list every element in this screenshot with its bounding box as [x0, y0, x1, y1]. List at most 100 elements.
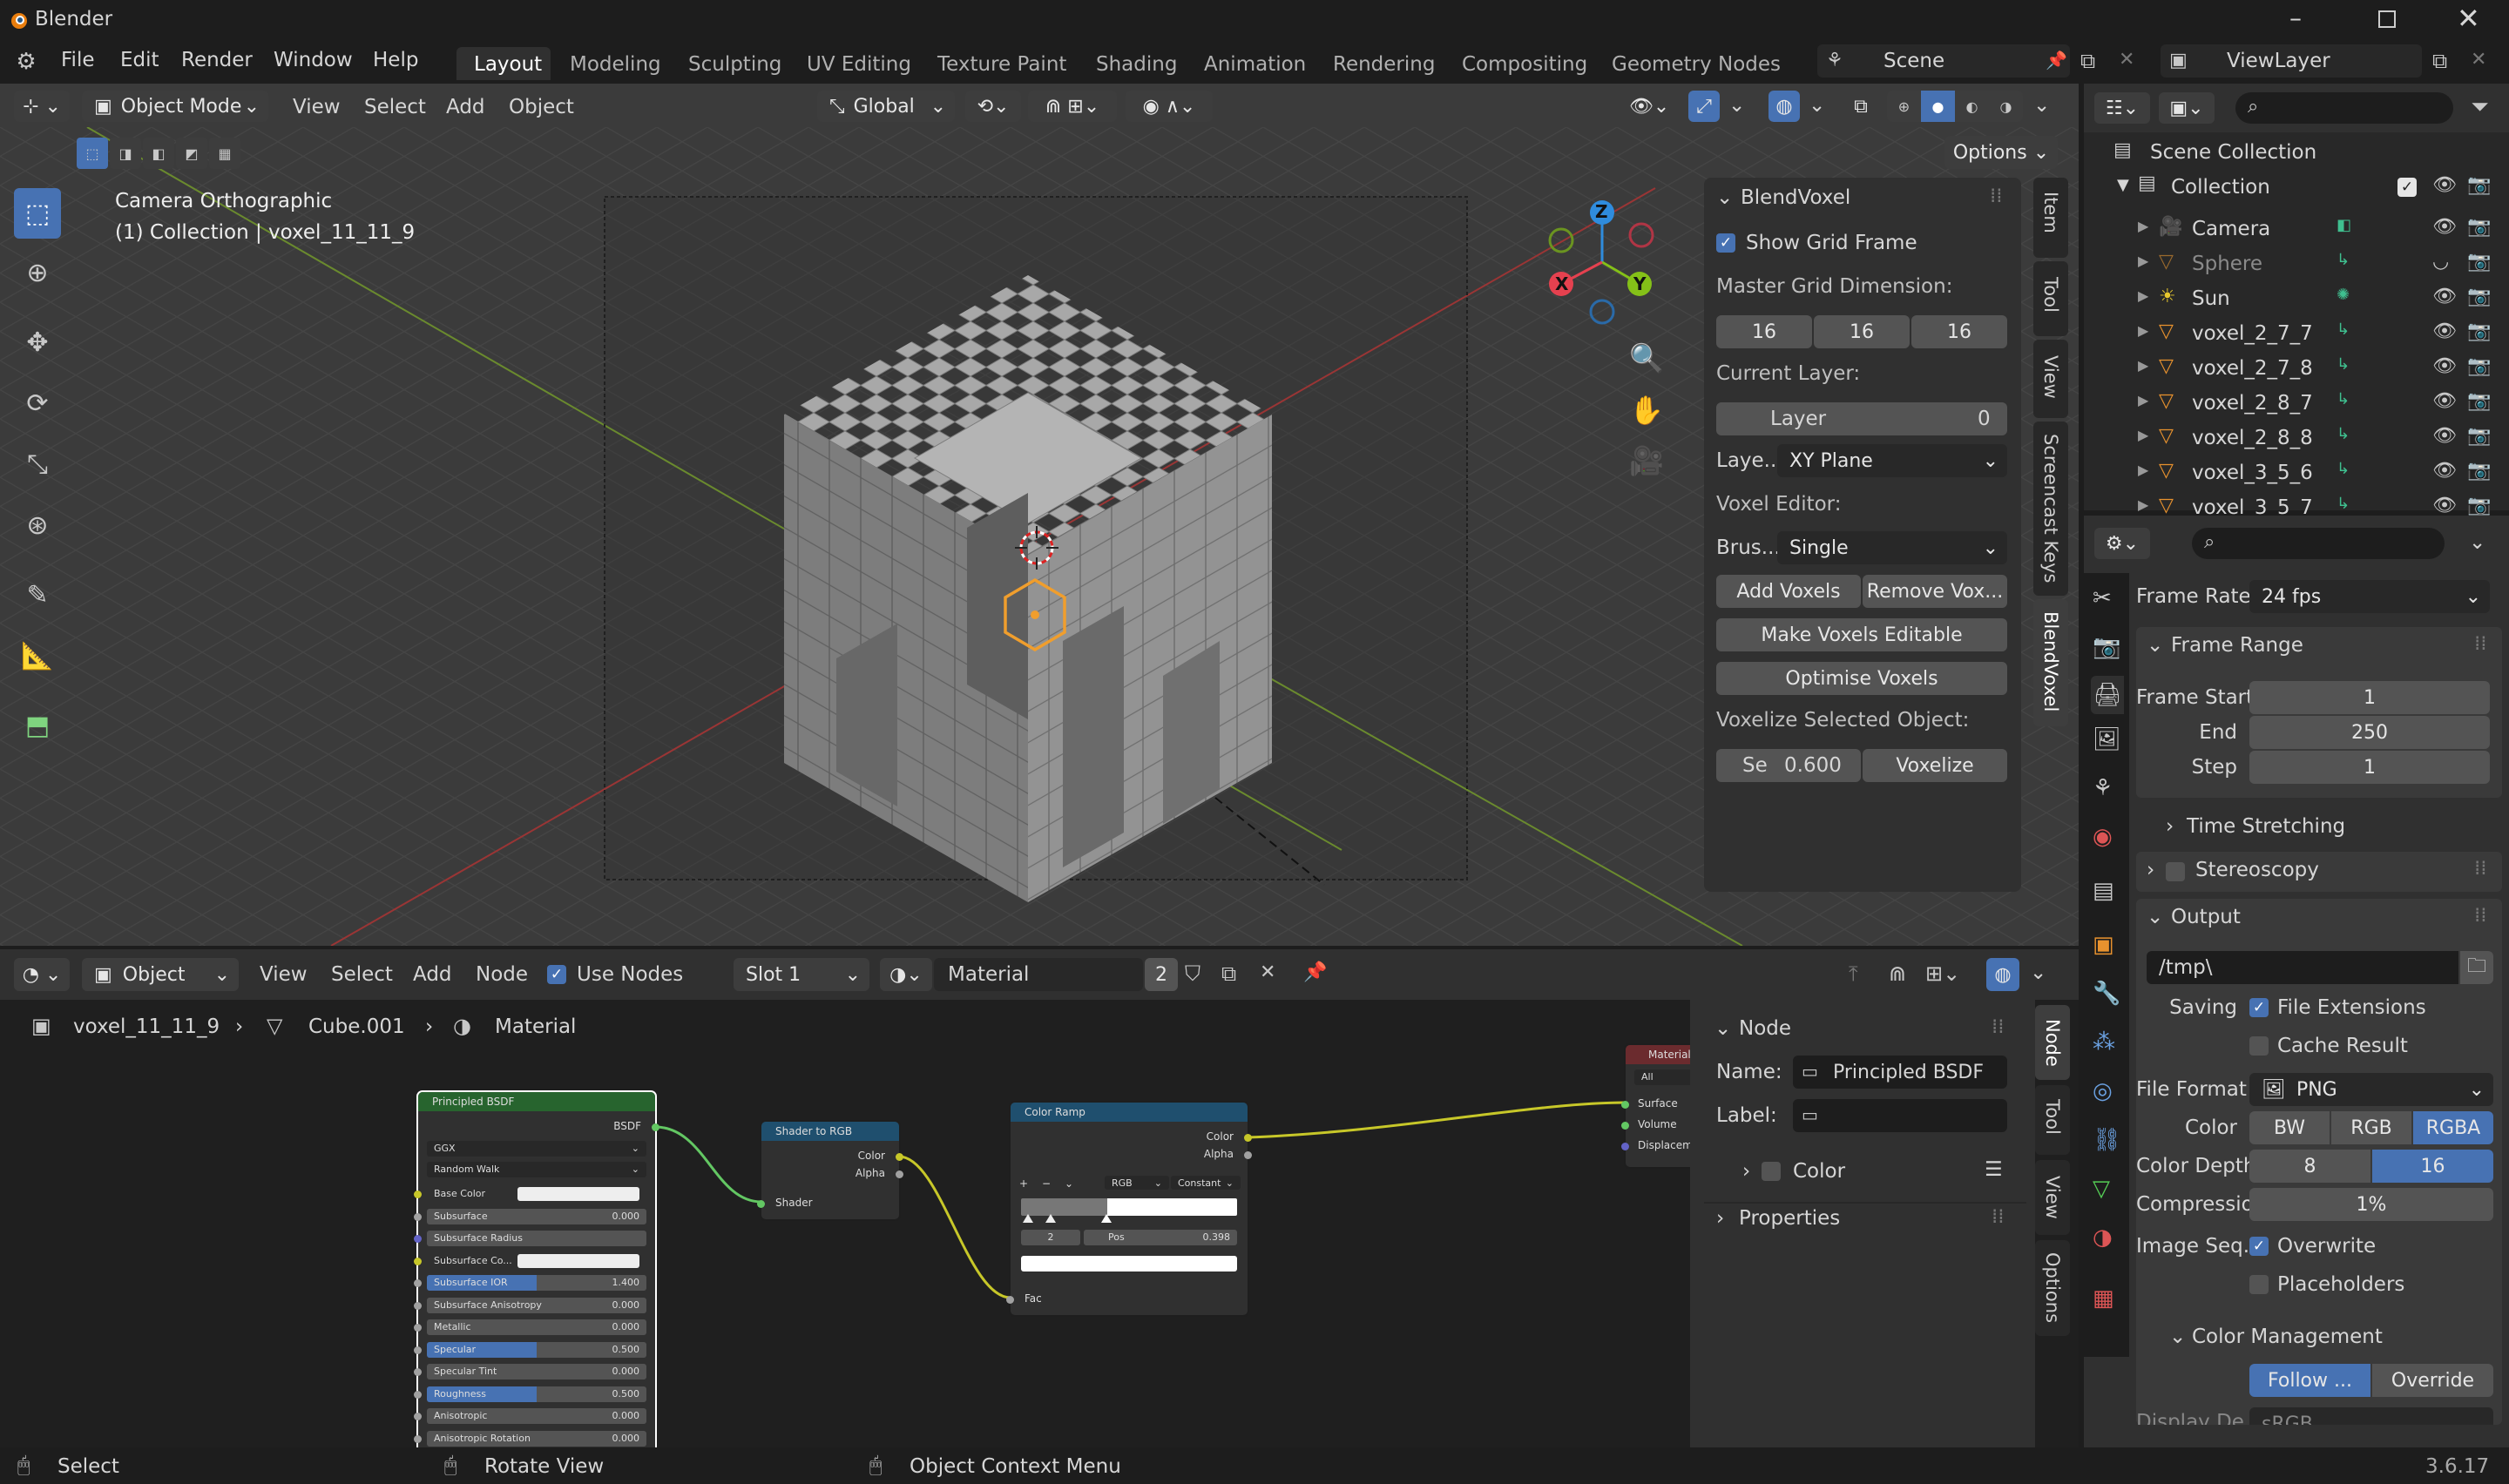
- subsurface-method-dropdown[interactable]: Random Walk ⌄: [427, 1162, 646, 1177]
- follow-scene-button[interactable]: Follow ...: [2249, 1364, 2370, 1397]
- new-scene-icon[interactable]: ⧉: [2080, 49, 2095, 73]
- expand-icon[interactable]: ›: [1742, 1160, 1750, 1183]
- stereoscopy-panel[interactable]: › Stereoscopy ⁞⁞: [2136, 852, 2502, 892]
- node-color-checkbox[interactable]: [1762, 1162, 1781, 1181]
- camera-render-icon[interactable]: 📷: [2467, 320, 2491, 342]
- output-tab-icon[interactable]: 🖨: [2091, 676, 2124, 714]
- expand-icon[interactable]: ▶: [2138, 462, 2148, 478]
- rendered-shading-icon[interactable]: ◑: [1989, 91, 2023, 122]
- blender-menu-icon[interactable]: ⚙: [12, 49, 40, 75]
- drag-handle-icon[interactable]: ⁞⁞: [2474, 857, 2487, 880]
- bsdf-input-socket[interactable]: [414, 1346, 422, 1354]
- color-rgba-button[interactable]: RGBA: [2413, 1111, 2493, 1144]
- chevron-down-icon[interactable]: ⌄: [1728, 94, 1745, 117]
- overlay-toggle-button[interactable]: ◍: [1768, 91, 1800, 122]
- bsdf-input-socket[interactable]: [414, 1235, 422, 1243]
- transform-orientation-dropdown[interactable]: ⤡ Global ⌄: [817, 91, 955, 122]
- snap-button[interactable]: ⋒ ⊞⌄: [1028, 91, 1117, 122]
- voxelize-button[interactable]: Voxelize: [1863, 749, 2007, 782]
- bsdf-input-socket[interactable]: [414, 1434, 422, 1443]
- drag-handle-icon[interactable]: ⁞⁞: [2474, 632, 2487, 655]
- tab-tool[interactable]: Tool: [2035, 1085, 2070, 1155]
- tab-layout[interactable]: Layout: [456, 47, 551, 80]
- properties-editor-type[interactable]: ⚙⌄: [2094, 528, 2150, 559]
- select-extend-icon[interactable]: ◨: [110, 138, 141, 169]
- node-editor[interactable]: ◔ ⌄ ▣ Object ⌄ View Select Add Node ✓ Us…: [0, 949, 2079, 1447]
- principled-bsdf-node[interactable]: Principled BSDF BSDF GGX ⌄ Random Walk ⌄ B…: [414, 1092, 659, 1447]
- physics-tab-icon[interactable]: ◎: [2093, 1078, 2113, 1104]
- time-stretching-subpanel[interactable]: Time Stretching: [2187, 815, 2345, 838]
- camera-render-icon[interactable]: 📷: [2467, 286, 2491, 307]
- grid-z-field[interactable]: 16: [1911, 315, 2007, 348]
- ramp-stop-handle[interactable]: [1023, 1214, 1033, 1223]
- tab-modeling[interactable]: Modeling: [570, 53, 661, 76]
- collection-tab-icon[interactable]: ▤: [2093, 878, 2114, 904]
- material-tab-icon[interactable]: ◑: [2093, 1224, 2113, 1251]
- delete-view-layer-icon[interactable]: ✕: [2471, 49, 2486, 71]
- eye-icon[interactable]: 👁: [2432, 355, 2457, 377]
- bsdf-input-row[interactable]: Roughness 0.500: [427, 1386, 646, 1402]
- display-mode-button[interactable]: ▣⌄: [2159, 92, 2215, 124]
- chevron-down-icon[interactable]: ⌄: [1809, 94, 1825, 117]
- ramp-stop-handle[interactable]: [1045, 1214, 1056, 1223]
- volume-input-socket[interactable]: [1621, 1122, 1629, 1130]
- eye-icon[interactable]: 👁: [2432, 174, 2457, 196]
- outliner-item[interactable]: ▶ ▽ voxel_2_7_7 ↳ 👁 📷: [2084, 315, 2509, 348]
- bsdf-input-row[interactable]: Subsurface Radius: [427, 1231, 646, 1246]
- constraints-tab-icon[interactable]: ⛓: [2093, 1127, 2121, 1153]
- select-box-tool-icon[interactable]: ⬚: [14, 188, 61, 239]
- drag-handle-icon[interactable]: ⁞⁞: [2474, 904, 2487, 927]
- menu-window[interactable]: Window: [274, 49, 353, 71]
- expand-icon[interactable]: ▶: [2138, 253, 2148, 269]
- wireframe-shading-icon[interactable]: ⊕: [1887, 91, 1921, 122]
- depth-8-button[interactable]: 8: [2249, 1150, 2370, 1183]
- chevron-down-icon[interactable]: ⌄: [2469, 531, 2485, 554]
- eye-icon[interactable]: 👁: [2432, 425, 2457, 447]
- mode-dropdown[interactable]: ▣ Object Mode ⌄: [82, 91, 268, 122]
- add-cube-tool-icon[interactable]: ⬒: [14, 702, 61, 749]
- camera-view-icon[interactable]: 🎥: [1629, 444, 1664, 477]
- options-dropdown[interactable]: Options ⌄: [1944, 136, 2058, 169]
- chevron-down-icon[interactable]: ⌄: [2033, 94, 2050, 117]
- eye-icon[interactable]: 👁: [2432, 495, 2457, 516]
- layer-field[interactable]: Layer 0: [1716, 402, 2007, 435]
- bsdf-input-socket[interactable]: [414, 1279, 422, 1287]
- bsdf-output-socket[interactable]: [652, 1123, 659, 1131]
- particles-tab-icon[interactable]: ⁂: [2093, 1029, 2115, 1056]
- filter-icon[interactable]: ⏷: [2471, 94, 2489, 121]
- select-invert-icon[interactable]: ◩: [176, 138, 207, 169]
- bsdf-input-socket[interactable]: [414, 1390, 422, 1399]
- bsdf-input-row[interactable]: Subsurface IOR 1.400: [427, 1275, 646, 1291]
- restore-button[interactable]: [2378, 10, 2396, 28]
- expand-icon[interactable]: ›: [2166, 815, 2174, 838]
- displacement-input-socket[interactable]: [1621, 1143, 1629, 1150]
- shader-input-socket[interactable]: [757, 1200, 765, 1208]
- scene-selector[interactable]: ⚘ Scene 📌: [1817, 44, 2070, 78]
- camera-render-icon[interactable]: 📷: [2467, 390, 2491, 412]
- placeholders-checkbox[interactable]: [2249, 1275, 2269, 1294]
- camera-render-icon[interactable]: 📷: [2467, 216, 2491, 238]
- panel-collapse-icon[interactable]: ⌄: [1714, 1017, 1731, 1040]
- outliner-item[interactable]: ▶ ▽ voxel_2_7_8 ↳ 👁 📷: [2084, 350, 2509, 383]
- camera-render-icon[interactable]: 📷: [2467, 425, 2491, 447]
- ramp-color-mode[interactable]: RGB ⌄: [1105, 1176, 1169, 1190]
- tab-animation[interactable]: Animation: [1204, 53, 1306, 76]
- expand-icon[interactable]: ▶: [2138, 392, 2148, 408]
- tab-node[interactable]: Node: [2035, 1005, 2070, 1080]
- panel-collapse-icon[interactable]: ⌄: [2147, 906, 2163, 928]
- browse-folder-button[interactable]: 🗀: [2460, 951, 2493, 984]
- camera-render-icon[interactable]: 📷: [2467, 251, 2491, 273]
- grid-x-field[interactable]: 16: [1716, 315, 1812, 348]
- brush-dropdown[interactable]: Single ⌄: [1777, 531, 2007, 564]
- tab-geometry-nodes[interactable]: Geometry Nodes: [1612, 53, 1781, 76]
- frame-start-field[interactable]: 1: [2249, 681, 2490, 714]
- transform-tool-icon[interactable]: ⊛: [14, 502, 61, 549]
- bsdf-input-socket[interactable]: [414, 1191, 422, 1198]
- outliner-item[interactable]: ▶ 🎥 Camera ◧ 👁 📷: [2084, 211, 2509, 244]
- tab-options[interactable]: Options: [2035, 1240, 2070, 1336]
- override-button[interactable]: Override: [2372, 1364, 2493, 1397]
- frame-end-field[interactable]: 250: [2249, 716, 2490, 749]
- ramp-stop-color[interactable]: [1021, 1256, 1237, 1272]
- drag-handle-icon[interactable]: ⁞⁞: [1992, 1205, 2005, 1228]
- panel-collapse-icon[interactable]: ⌄: [1716, 186, 1733, 209]
